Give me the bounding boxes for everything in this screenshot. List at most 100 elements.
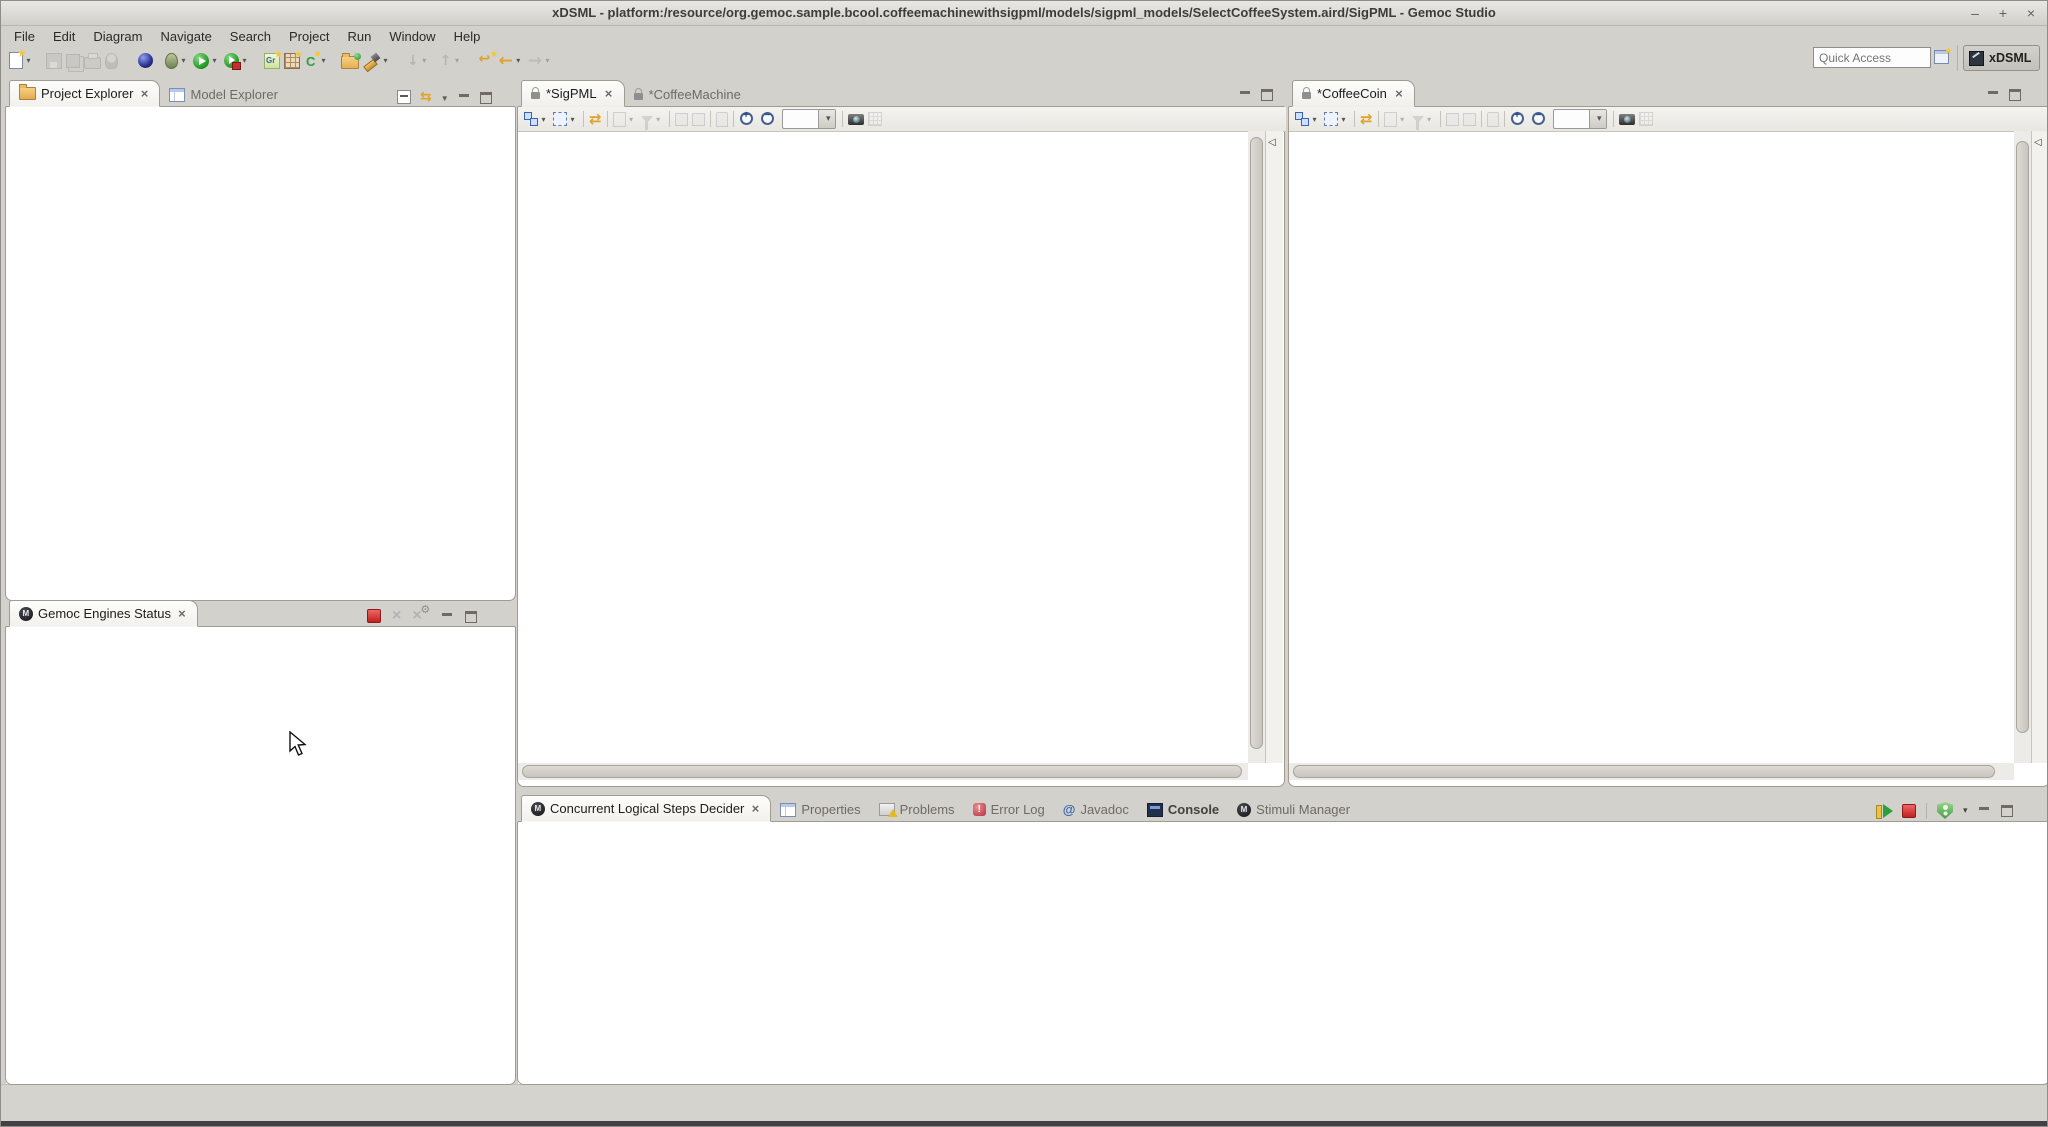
- stop-engine-icon[interactable]: [367, 609, 381, 623]
- menu-window[interactable]: Window: [380, 28, 444, 46]
- scrollbar-thumb[interactable]: [1293, 765, 1995, 778]
- tab-sigpml[interactable]: *SigPML: [521, 80, 625, 107]
- menu-edit[interactable]: Edit: [44, 28, 84, 46]
- minimize-icon[interactable]: [458, 92, 471, 103]
- refresh-button[interactable]: [1359, 107, 1374, 131]
- menu-diagram[interactable]: Diagram: [84, 28, 151, 46]
- open-resource-button[interactable]: [340, 49, 360, 73]
- menu-navigate[interactable]: Navigate: [151, 28, 220, 46]
- sigpml-vscrollbar[interactable]: [1248, 131, 1265, 763]
- menu-help[interactable]: Help: [445, 28, 490, 46]
- close-icon[interactable]: [176, 606, 188, 621]
- tab-problems[interactable]: Problems: [870, 797, 964, 822]
- maximize-icon[interactable]: [465, 611, 478, 622]
- new-c-element-dropdown[interactable]: [318, 56, 329, 65]
- debug-button[interactable]: [164, 49, 190, 73]
- zoom-in-button[interactable]: [1509, 107, 1528, 131]
- select-mode-dropdown[interactable]: [567, 115, 578, 124]
- maximize-button[interactable]: +: [1997, 5, 2009, 21]
- step-forward-icon[interactable]: [1875, 804, 1892, 818]
- export-as-image-button[interactable]: [1618, 107, 1636, 131]
- tab-stimuli-manager[interactable]: Stimuli Manager: [1228, 797, 1359, 822]
- tab-properties[interactable]: Properties: [771, 797, 869, 822]
- search-dropdown[interactable]: [380, 56, 391, 65]
- minimize-icon[interactable]: [1239, 89, 1252, 100]
- new-modeling-project-button[interactable]: [283, 49, 301, 73]
- link-with-editor-icon[interactable]: [420, 88, 432, 106]
- close-icon[interactable]: [749, 801, 761, 816]
- tab-coffeemachine[interactable]: *CoffeeMachine: [625, 82, 750, 107]
- sigpml-palette-collapsed[interactable]: [1265, 131, 1283, 763]
- new-gemoc-project-button[interactable]: [263, 49, 281, 73]
- arrange-dropdown[interactable]: [538, 115, 549, 124]
- sigpml-hscrollbar[interactable]: [518, 763, 1248, 780]
- tab-project-explorer[interactable]: Project Explorer: [9, 80, 160, 107]
- coffeecoin-hscrollbar[interactable]: [1289, 763, 2014, 780]
- maximize-icon[interactable]: [480, 92, 493, 103]
- maximize-icon[interactable]: [2001, 805, 2014, 816]
- zoom-level-combo[interactable]: [1553, 109, 1607, 129]
- back-dropdown[interactable]: [513, 56, 524, 65]
- arrange-dropdown[interactable]: [1309, 115, 1320, 124]
- minimize-icon[interactable]: [441, 611, 454, 622]
- tab-concurrent-logical-steps-decider[interactable]: Concurrent Logical Steps Decider: [521, 795, 771, 822]
- tab-coffeecoin[interactable]: *CoffeeCoin: [1292, 80, 1415, 107]
- tab-console[interactable]: Console: [1138, 797, 1228, 822]
- menu-search[interactable]: Search: [221, 28, 280, 46]
- tab-javadoc[interactable]: Javadoc: [1054, 797, 1138, 822]
- chevron-down-icon[interactable]: ▾: [1963, 805, 1968, 816]
- arrange-button[interactable]: [523, 107, 550, 131]
- tab-model-explorer[interactable]: Model Explorer: [160, 82, 286, 107]
- menu-run[interactable]: Run: [338, 28, 380, 46]
- arrange-button[interactable]: [1294, 107, 1321, 131]
- close-icon[interactable]: [603, 86, 615, 101]
- tab-error-log[interactable]: Error Log: [964, 797, 1054, 822]
- debug-dropdown[interactable]: [178, 56, 189, 65]
- back-button[interactable]: [497, 49, 524, 73]
- last-edit-location-button[interactable]: [477, 49, 495, 73]
- quick-access-input[interactable]: [1813, 47, 1931, 68]
- search-button[interactable]: [362, 49, 392, 73]
- perspective-xdsml-button[interactable]: xDSML: [1963, 45, 2040, 71]
- new-dropdown[interactable]: [23, 56, 34, 65]
- select-mode-button[interactable]: [552, 107, 579, 131]
- tab-gemoc-engines-status[interactable]: Gemoc Engines Status: [9, 600, 198, 627]
- close-icon[interactable]: [1393, 86, 1405, 101]
- view-menu-icon[interactable]: [441, 88, 449, 106]
- external-tools-button[interactable]: [223, 49, 251, 73]
- open-perspective-icon[interactable]: [1934, 50, 1949, 64]
- close-button[interactable]: ×: [2025, 5, 2037, 21]
- run-dropdown[interactable]: [209, 56, 220, 65]
- minimize-icon[interactable]: [1978, 805, 1991, 816]
- window-title: xDSML - platform:/resource/org.gemoc.sam…: [552, 5, 1496, 20]
- zoom-out-button[interactable]: [759, 107, 778, 131]
- maximize-icon[interactable]: [1261, 89, 1274, 100]
- select-mode-button[interactable]: [1323, 107, 1350, 131]
- select-mode-dropdown[interactable]: [1338, 115, 1349, 124]
- run-button[interactable]: [192, 49, 221, 73]
- collapse-all-icon[interactable]: [397, 90, 411, 104]
- maximize-icon[interactable]: [2009, 89, 2022, 100]
- install-software-button[interactable]: [137, 49, 154, 73]
- scrollbar-thumb[interactable]: [522, 765, 1242, 778]
- scrollbar-thumb[interactable]: [2016, 141, 2029, 733]
- new-button[interactable]: [8, 49, 35, 73]
- zoom-out-button[interactable]: [1530, 107, 1549, 131]
- scrollbar-thumb[interactable]: [1250, 137, 1263, 749]
- minimize-icon[interactable]: [1987, 89, 2000, 100]
- refresh-button[interactable]: [588, 107, 603, 131]
- minimize-button[interactable]: –: [1969, 5, 1981, 21]
- menu-project[interactable]: Project: [280, 28, 338, 46]
- coffeecoin-palette-collapsed[interactable]: [2031, 131, 2048, 763]
- decider-shield-icon[interactable]: [1937, 802, 1953, 819]
- dispose-engine-icon[interactable]: [392, 607, 401, 625]
- zoom-in-button[interactable]: [738, 107, 757, 131]
- stop-icon[interactable]: [1902, 804, 1916, 818]
- export-as-image-button[interactable]: [847, 107, 865, 131]
- dispose-stopped-engines-icon[interactable]: [412, 607, 430, 625]
- menu-file[interactable]: File: [5, 28, 44, 46]
- new-c-element-button[interactable]: [303, 49, 330, 73]
- zoom-level-combo[interactable]: [782, 109, 836, 129]
- close-icon[interactable]: [138, 86, 150, 101]
- coffeecoin-vscrollbar[interactable]: [2014, 131, 2031, 763]
